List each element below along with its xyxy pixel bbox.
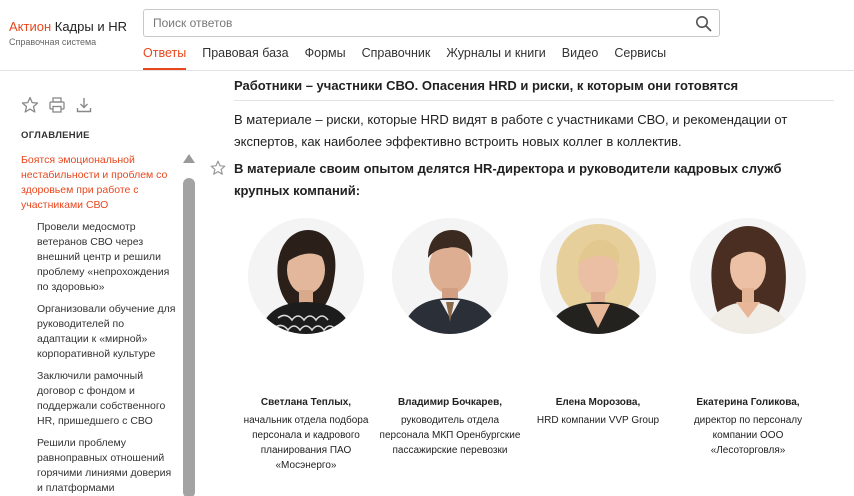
logo-subtitle: Справочная система xyxy=(9,37,97,47)
expert-card: Владимир Бочкарев, руководитель отдела п… xyxy=(378,218,522,458)
article-lead: В материале своим опытом делятся HR-дире… xyxy=(234,161,782,198)
toc-item-manager-training[interactable]: Организовали обучение для руководителей … xyxy=(21,302,177,362)
star-icon[interactable] xyxy=(21,96,39,114)
table-of-contents: Боятся эмоциональной нестабильности и пр… xyxy=(21,153,177,496)
expert-card: Екатерина Голикова, директор по персонал… xyxy=(676,218,820,458)
search-box xyxy=(143,9,720,37)
tab-video[interactable]: Видео xyxy=(562,44,599,70)
expert-name: Светлана Теплых, xyxy=(260,397,352,408)
article: Работники – участники СВО. Опасения HRD … xyxy=(234,78,834,202)
expert-name: Екатерина Голикова, xyxy=(696,397,800,408)
toc-item-fund-agreement[interactable]: Заключили рамочный договор с фондом и по… xyxy=(21,369,177,429)
tab-services[interactable]: Сервисы xyxy=(614,44,666,70)
toc-item-medical-exam[interactable]: Провели медосмотр ветеранов СВО через вн… xyxy=(21,220,177,295)
avatar xyxy=(392,218,508,334)
tab-journals[interactable]: Журналы и книги xyxy=(446,44,545,70)
avatar xyxy=(248,218,364,334)
toc-scrollbar[interactable] xyxy=(182,154,196,496)
logo-brand: Актион xyxy=(9,19,52,34)
expert-role: руководитель отдела персонала МКП Оренбу… xyxy=(379,415,521,456)
search-input[interactable] xyxy=(144,10,674,36)
main-nav: Ответы Правовая база Формы Справочник Жу… xyxy=(143,44,682,70)
article-tools xyxy=(21,96,93,114)
tab-answers[interactable]: Ответы xyxy=(143,44,187,70)
expert-name: Елена Морозова, xyxy=(555,397,641,408)
article-title: Работники – участники СВО. Опасения HRD … xyxy=(234,78,834,101)
toc-item-hotlines[interactable]: Решили проблему равноправных отношений г… xyxy=(21,436,177,496)
tab-legal-base[interactable]: Правовая база xyxy=(202,44,288,70)
article-intro: В материале – риски, которые HRD видят в… xyxy=(234,112,788,149)
expert-card: Светлана Теплых, начальник отдела подбор… xyxy=(234,218,378,473)
expert-role: начальник отдела подбора персонала и кад… xyxy=(243,415,369,471)
header-divider xyxy=(0,70,854,71)
tab-forms[interactable]: Формы xyxy=(305,44,346,70)
logo[interactable]: Актион Кадры и HR Справочная система xyxy=(9,20,127,48)
logo-title: Актион Кадры и HR xyxy=(9,20,127,34)
scroll-up-arrow-icon[interactable] xyxy=(183,154,195,163)
avatar xyxy=(690,218,806,334)
expert-role: HRD компании VVP Group xyxy=(536,415,660,426)
toc-heading: ОГЛАВЛЕНИЕ xyxy=(21,130,90,141)
expert-card: Елена Морозова, HRD компании VVP Group xyxy=(526,218,670,428)
expert-name: Владимир Бочкарев, xyxy=(397,397,503,408)
tab-reference[interactable]: Справочник xyxy=(362,44,431,70)
bookmark-star-icon[interactable] xyxy=(210,160,226,176)
logo-product: Кадры и HR xyxy=(51,19,127,34)
expert-role: директор по персоналу компании ООО «Лесо… xyxy=(693,415,803,456)
download-icon[interactable] xyxy=(75,96,93,114)
scroll-thumb[interactable] xyxy=(183,178,195,496)
avatar xyxy=(540,218,656,334)
experts-grid: Светлана Теплых, начальник отдела подбор… xyxy=(234,218,834,488)
search-icon[interactable] xyxy=(695,15,712,32)
print-icon[interactable] xyxy=(48,96,66,114)
toc-item-emotional-instability[interactable]: Боятся эмоциональной нестабильности и пр… xyxy=(21,153,177,213)
